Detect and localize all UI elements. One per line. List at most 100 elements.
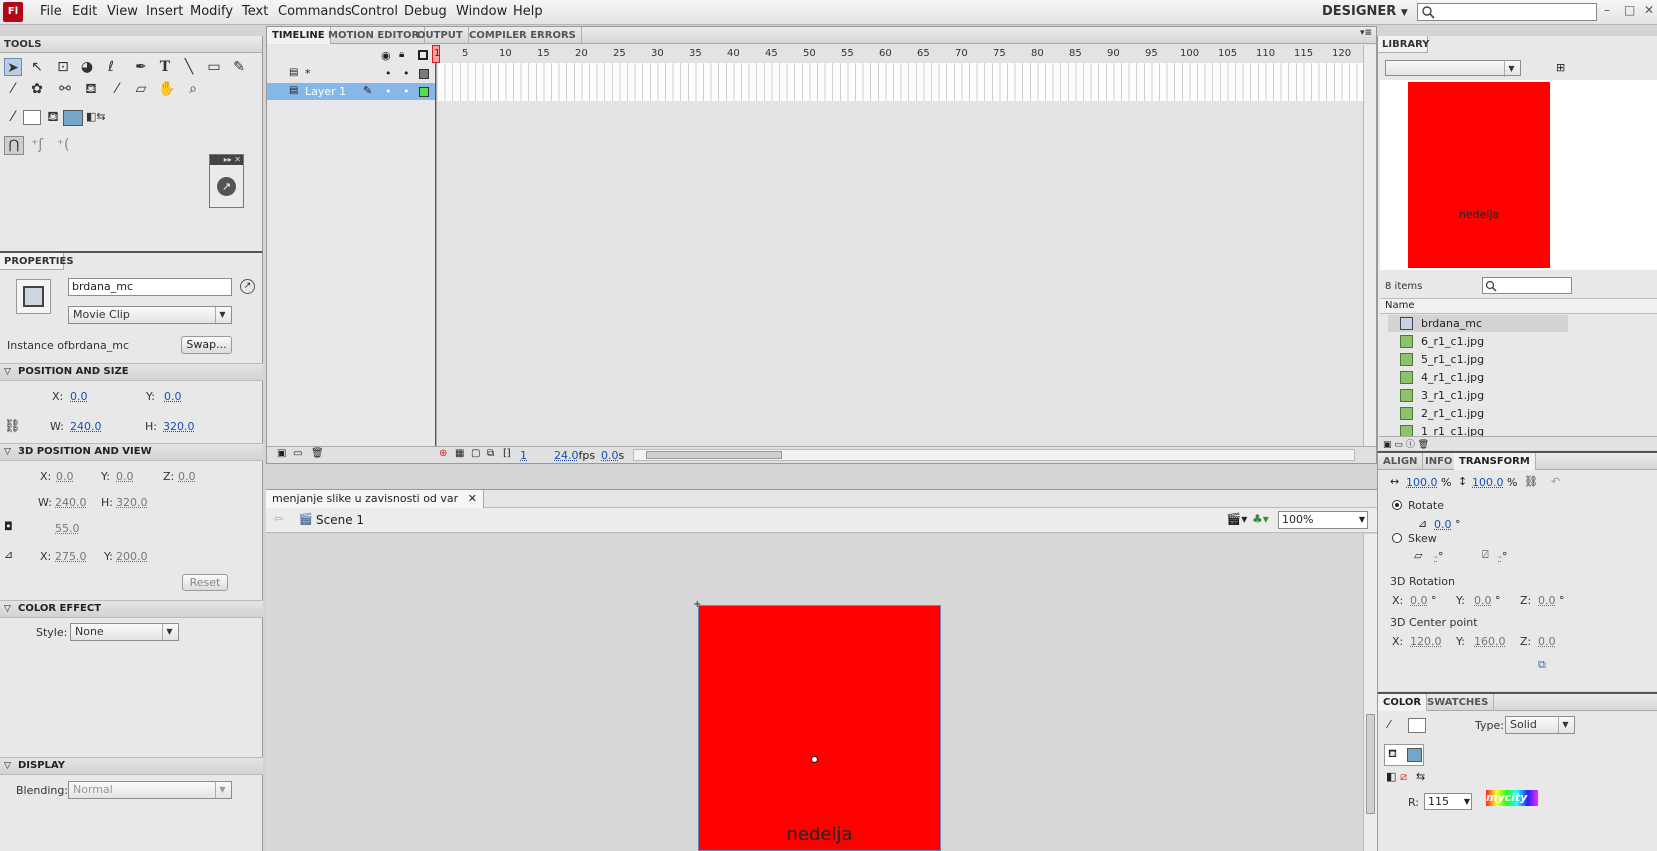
library-doc-select[interactable]: ▼ — [1385, 60, 1521, 77]
lock-proportions-icon[interactable]: ⛓ — [4, 419, 21, 434]
menu-file[interactable]: File — [40, 4, 62, 19]
visibility-dot[interactable]: • — [385, 85, 392, 98]
library-item[interactable]: 1_r1_c1.jpg — [1388, 423, 1568, 436]
lasso-tool-icon[interactable]: ℓ — [102, 58, 120, 76]
menu-help[interactable]: Help — [513, 4, 543, 19]
cp-x-value[interactable]: 120.0 — [1410, 635, 1442, 648]
delete-layer-icon[interactable]: 🗑︎ — [311, 448, 324, 459]
onion-outline-icon[interactable]: ▢ — [471, 448, 480, 459]
cp-z-value[interactable]: 0.0 — [1538, 635, 1556, 648]
layer-color-swatch[interactable] — [419, 69, 429, 79]
menu-window[interactable]: Window — [456, 4, 507, 19]
subselection-tool-icon[interactable]: ↖ — [28, 58, 46, 76]
movie-clip-instance[interactable]: nedelja — [698, 605, 941, 851]
zoom-select[interactable]: 100% ▼ — [1278, 511, 1368, 529]
fps-value[interactable]: 24.0 — [554, 449, 579, 462]
section-position-size[interactable]: ▽ POSITION AND SIZE — [0, 363, 263, 381]
smooth-icon[interactable]: ⁺ʃ — [28, 136, 46, 154]
swap-button[interactable]: Swap... — [181, 336, 232, 354]
edit-symbol-button[interactable]: ↗ — [240, 279, 255, 294]
rectangle-tool-icon[interactable]: ▭ — [205, 58, 223, 76]
brush-tool-icon[interactable]: ⁄ — [4, 80, 22, 98]
rot-x-value[interactable]: 0.0 — [1410, 594, 1428, 607]
timeline-hscroll[interactable] — [633, 449, 1355, 461]
maximize-button[interactable]: □ — [1624, 3, 1635, 17]
eyedropper-tool-icon[interactable]: ⁄ — [108, 80, 126, 98]
x-value[interactable]: 0.0 — [70, 390, 88, 403]
back-arrow-icon[interactable]: ⇦ — [274, 512, 283, 525]
section-display[interactable]: ▽ DISPLAY — [0, 757, 263, 775]
current-frame[interactable]: 1 — [520, 449, 527, 462]
tab-output[interactable]: OUTPUT — [412, 27, 469, 44]
rotate-radio[interactable] — [1392, 500, 1402, 510]
menu-edit[interactable]: Edit — [72, 4, 97, 19]
center-frame-icon[interactable]: ⊕ — [439, 448, 447, 459]
menu-commands[interactable]: Commands — [278, 4, 352, 19]
library-tab[interactable]: LIBRARY — [1378, 36, 1430, 53]
fill-type-select[interactable]: Solid ▼ — [1505, 716, 1575, 734]
tab-motion-editor[interactable]: MOTION EDITOR — [323, 27, 426, 44]
scene-name[interactable]: Scene 1 — [316, 513, 364, 527]
edit-symbol-icon[interactable]: ↗ — [217, 177, 236, 196]
stage-area[interactable]: nedelja + — [266, 534, 1377, 851]
onion-skin-icon[interactable]: ▦ — [455, 448, 464, 459]
stage-vscroll[interactable] — [1363, 534, 1377, 851]
lock-dot[interactable]: • — [403, 67, 410, 80]
menu-view[interactable]: View — [107, 4, 138, 19]
zoom-tool-icon[interactable]: ⌕ — [184, 80, 202, 98]
fill-color-control[interactable]: ⛾ — [1384, 744, 1424, 766]
rot-z-value[interactable]: 0.0 — [1538, 594, 1556, 607]
scale-width-value[interactable]: 100.0 — [1406, 476, 1438, 489]
color-style-select[interactable]: None ▼ — [70, 623, 179, 641]
perspective-angle-value[interactable]: 55.0 — [55, 522, 80, 535]
snap-to-objects-icon[interactable]: ⋂ — [4, 136, 24, 155]
reset-button[interactable]: Reset — [182, 574, 228, 591]
section-color-effect[interactable]: ▽ COLOR EFFECT — [0, 600, 263, 618]
x3d-value[interactable]: 0.0 — [56, 470, 74, 483]
menu-insert[interactable]: Insert — [146, 4, 183, 19]
line-tool-icon[interactable]: ╲ — [180, 58, 198, 76]
reset-scale-icon[interactable]: ↶ — [1551, 475, 1560, 488]
y3d-value[interactable]: 0.0 — [116, 470, 134, 483]
new-folder-icon[interactable]: ▭ — [293, 448, 302, 459]
red-value-input[interactable]: 115 ▼ — [1424, 793, 1472, 810]
bone-tool-icon[interactable]: ⚯ — [56, 80, 74, 98]
panel-menu-icon[interactable]: ▾≡ — [1360, 28, 1372, 38]
swap-colors-icon[interactable]: ⇆ — [1416, 770, 1425, 783]
pen-tool-icon[interactable]: ✒ — [132, 58, 150, 76]
pencil-tool-icon[interactable]: ✎ — [230, 58, 248, 76]
rot-y-value[interactable]: 0.0 — [1474, 594, 1492, 607]
outline-icon[interactable] — [418, 50, 428, 60]
hscroll-thumb[interactable] — [646, 451, 782, 459]
hand-tool-icon[interactable]: ✋ — [158, 80, 176, 98]
section-3d-position[interactable]: ▽ 3D POSITION AND VIEW — [0, 443, 263, 461]
layer-color-swatch[interactable] — [419, 87, 429, 97]
fill-color-swatch[interactable] — [1407, 748, 1422, 762]
stroke-color-swatch[interactable] — [1408, 718, 1426, 733]
swap-colors-icon[interactable]: ◧⇆ — [86, 108, 106, 126]
transform-point[interactable] — [811, 756, 818, 763]
rotate-value[interactable]: 0.0 — [1434, 518, 1452, 531]
3d-rotation-tool-icon[interactable]: ◕ — [78, 58, 96, 76]
deco-tool-icon[interactable]: ✿ — [28, 80, 46, 98]
delete-icon[interactable]: 🗑︎ — [1418, 440, 1429, 450]
fill-color-swatch[interactable] — [63, 110, 83, 126]
lock-dot[interactable]: • — [403, 85, 410, 98]
tab-timeline[interactable]: TIMELINE — [267, 27, 331, 44]
symbol-type-select[interactable]: Movie Clip ▼ — [68, 306, 232, 324]
paint-bucket-tool-icon[interactable]: ⛾ — [82, 80, 100, 98]
document-tab[interactable]: menjanje slike u zavisnosti od var ✕ — [266, 490, 484, 508]
vscroll-thumb[interactable] — [1366, 714, 1375, 814]
library-search-input[interactable] — [1482, 277, 1572, 294]
stroke-color-swatch[interactable] — [23, 110, 41, 125]
layer-name[interactable]: Layer 1 — [305, 85, 346, 98]
no-color-icon[interactable]: ⧄ — [1400, 770, 1407, 784]
eraser-tool-icon[interactable]: ▱ — [132, 80, 150, 98]
menu-debug[interactable]: Debug — [404, 4, 447, 19]
vanishing-x-value[interactable]: 275.0 — [55, 550, 87, 563]
modify-markers-icon[interactable]: ⁅⁆ — [503, 448, 511, 459]
lock-icon[interactable]: 🔒︎ — [399, 49, 404, 60]
library-column-header[interactable]: Name — [1380, 298, 1657, 314]
straighten-icon[interactable]: ⁺( — [54, 136, 72, 154]
skew-radio[interactable] — [1392, 533, 1402, 543]
